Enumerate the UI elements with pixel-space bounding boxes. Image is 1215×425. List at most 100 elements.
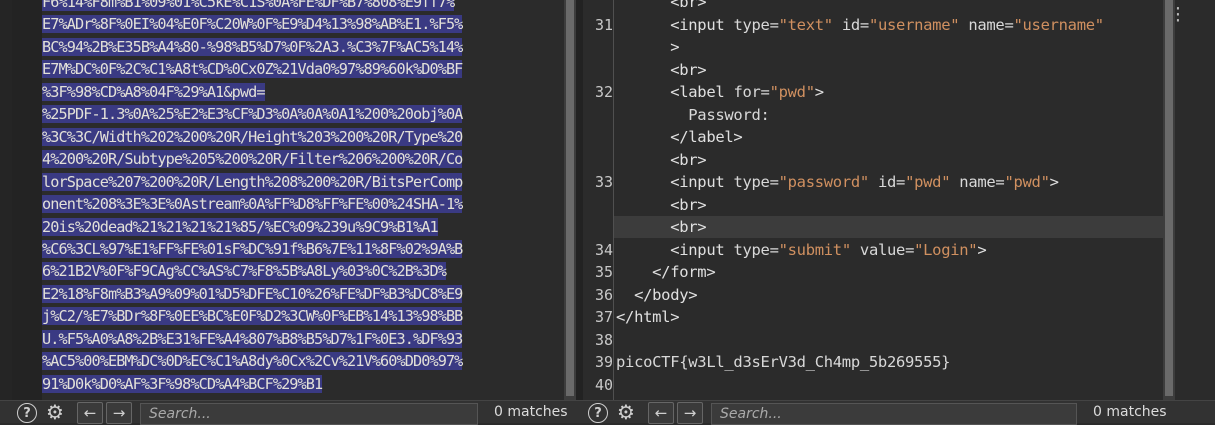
left-text-line-content: 20is%20dead%21%21%21%21%85/%EC%09%239u%9…: [42, 217, 439, 236]
left-text-line-content: lorSpace%207%200%20R/Length%208%200%20R/…: [42, 172, 463, 191]
left-text-line-content: BC%94%2B%E35B%A4%80-%98%B5%D7%0F%2A3.%C3…: [42, 37, 463, 56]
right-arrow-left-icon[interactable]: ←: [648, 402, 674, 424]
left-text-line-content: %AC5%00%EBM%DC%0D%EC%C1%A8dy%0Cx%2Cv%21V…: [42, 352, 463, 371]
code-token: <br>: [670, 60, 707, 79]
left-text-line: 20is%20dead%21%21%21%21%85/%EC%09%239u%9…: [42, 216, 439, 239]
code-line: </label>: [616, 126, 743, 148]
left-text-line-content: %3F%98%CD%A8%04F%29%A1: [42, 82, 224, 101]
line-number: 38: [594, 330, 613, 349]
code-token: <input: [670, 240, 734, 259]
right-separator: [576, 0, 583, 400]
line-number: 40: [594, 375, 613, 394]
left-text-line-content: onent%208%3E%3E%0Astream%0A%FF%D8%FF%FE%…: [42, 195, 463, 214]
left-text-line: 4%200%20R/Subtype%205%200%20R/Filter%206…: [42, 148, 463, 171]
help-icon[interactable]: ?: [17, 403, 37, 423]
code-token: name=: [959, 15, 1014, 34]
line-number: 37: [594, 308, 613, 326]
line-number-divider: [613, 0, 614, 400]
code-line: <br>: [616, 194, 706, 216]
right-help-icon[interactable]: ?: [588, 403, 608, 423]
code-token: >: [1049, 173, 1059, 191]
line-number: 34: [594, 240, 613, 259]
code-token: <br>: [670, 195, 707, 214]
line-number: 39: [594, 353, 613, 371]
left-text-pane[interactable]: F6%14%F8m%B1%09%01%C5kE%C1S%0A%FE%DF%B7%…: [42, 0, 562, 400]
right-gear-icon[interactable]: ⚙: [616, 400, 636, 424]
code-line: <input type="password" id="pwd" name="pw…: [616, 171, 1059, 193]
code-token: "pwd": [769, 83, 815, 101]
left-text-line-content: F6%14%F8m%B1%09%01%C5kE%C1S%0A%FE%DF%B7%…: [42, 0, 455, 11]
right-scrollbar[interactable]: [1163, 0, 1175, 400]
right-arrow-right-icon[interactable]: →: [677, 402, 703, 424]
code-token: type=: [733, 173, 779, 191]
code-token: <br>: [670, 0, 707, 11]
left-text-line-content: 4%200%20R/Subtype%205%200%20R/Filter%206…: [42, 150, 463, 169]
code-token: "password": [778, 173, 870, 191]
code-token: "pwd": [1004, 173, 1050, 191]
line-number: 35: [594, 263, 613, 281]
code-line: <br>: [616, 0, 706, 13]
left-text-line-content: U.%F5%A0%A8%2B%E31%FE%A4%807%B8%B5%D7%1F…: [42, 329, 463, 348]
left-text-line: E7M%DC%0F%2C%C1%A8t%CD%0Cx0Z%21Vda0%97%8…: [42, 58, 463, 81]
left-text-line-content: E2%18%F8m%B3%A9%09%01%D5%DFE%C10%26%FE%D…: [42, 284, 463, 303]
gear-icon[interactable]: ⚙: [45, 400, 65, 424]
line-number: 32: [594, 83, 613, 101]
line-number: 36: [594, 285, 613, 304]
left-text-line: F6%14%F8m%B1%09%01%C5kE%C1S%0A%FE%DF%B7%…: [42, 0, 455, 14]
code-token: "username": [1013, 15, 1104, 34]
code-token: <input: [670, 15, 734, 34]
left-text-line-content: %25PDF-1.3%0A%25%E2%E3%CF%D3%0A%0A%0A1%2…: [42, 105, 463, 124]
left-text-line-content: E7M%DC%0F%2C%C1%A8t%CD%0Cx0Z%21Vda0%97%8…: [42, 60, 463, 79]
code-line: >: [616, 36, 679, 58]
left-text-line-content: %3C%3C/Width%202%200%20R/Height%203%200%…: [42, 127, 463, 146]
code-line: picoCTF{w3Ll_d3sErV3d_Ch4mp_5b269555}: [616, 351, 950, 373]
right-code-pane[interactable]: <br> 31 <input type="text" id="username" …: [583, 0, 1163, 400]
code-token: <label: [670, 83, 734, 101]
left-text-line: %3F%98%CD%A8%04F%29%A1&pwd=: [42, 81, 265, 104]
left-text-line-content: %C6%3CL%97%E1%FF%FE%01sF%DC%91f%B6%7E%11…: [42, 239, 463, 258]
arrow-left-icon[interactable]: ←: [77, 402, 103, 424]
code-line: <br>: [616, 216, 706, 238]
left-scrollbar-thumb[interactable]: [566, 0, 574, 396]
right-scrollbar-thumb[interactable]: [1165, 0, 1173, 396]
left-text-line: U.%F5%A0%A8%2B%E31%FE%A4%807%B8%B5%D7%1F…: [42, 328, 463, 351]
code-line: <br>: [616, 149, 706, 171]
code-line: Password:: [616, 104, 770, 126]
code-line: </form>: [616, 261, 716, 283]
left-text-line-content: E7%ADr%8F%0EI%04%E0F%C20W%0F%E9%D4%13%98…: [42, 15, 463, 34]
left-scrollbar[interactable]: [564, 0, 576, 400]
code-token: <br>: [670, 218, 707, 236]
left-text-line-content: j%C2/%E7%BDr%8F%0EE%BC%E0F%D2%3CW%0F%EB%…: [42, 307, 463, 326]
code-token: picoCTF{w3Ll_d3sErV3d_Ch4mp_5b269555}: [616, 353, 951, 371]
code-token: for=: [733, 83, 770, 101]
left-text-line: E2%18%F8m%B3%A9%09%01%D5%DFE%C10%26%FE%D…: [42, 283, 463, 306]
code-token: </form>: [652, 263, 716, 281]
code-token: </body>: [634, 285, 698, 304]
right-pane-menu-icon[interactable]: · · ·: [1173, 1, 1183, 29]
code-token: "username": [868, 15, 960, 34]
arrow-right-icon[interactable]: →: [106, 402, 132, 424]
code-token: </label>: [670, 128, 743, 146]
code-token: >: [977, 240, 987, 259]
code-line: </html>: [616, 306, 680, 328]
left-text-line-content: 91%D0k%D0%AF%3F%98%CD%A4%BCF%29%B1: [42, 374, 323, 393]
code-token: "text": [778, 15, 834, 34]
code-line: <input type="text" id="username" name="u…: [616, 14, 1104, 36]
left-text-line: %C6%3CL%97%E1%FF%FE%01sF%DC%91f%B6%7E%11…: [42, 238, 463, 261]
code-token: "pwd": [905, 173, 951, 191]
line-number: 33: [594, 173, 613, 191]
left-text-line: 91%D0k%D0%AF%3F%98%CD%A4%BCF%29%B1: [42, 373, 323, 396]
left-text-line: E7%ADr%8F%0EI%04%E0F%C20W%0F%E9%D4%13%98…: [42, 13, 463, 36]
left-text-line: %25PDF-1.3%0A%25%E2%E3%CF%D3%0A%0A%0A1%2…: [42, 103, 463, 126]
left-text-line: %3C%3C/Width%202%200%20R/Height%203%200%…: [42, 126, 463, 149]
line-number: 31: [594, 15, 613, 34]
